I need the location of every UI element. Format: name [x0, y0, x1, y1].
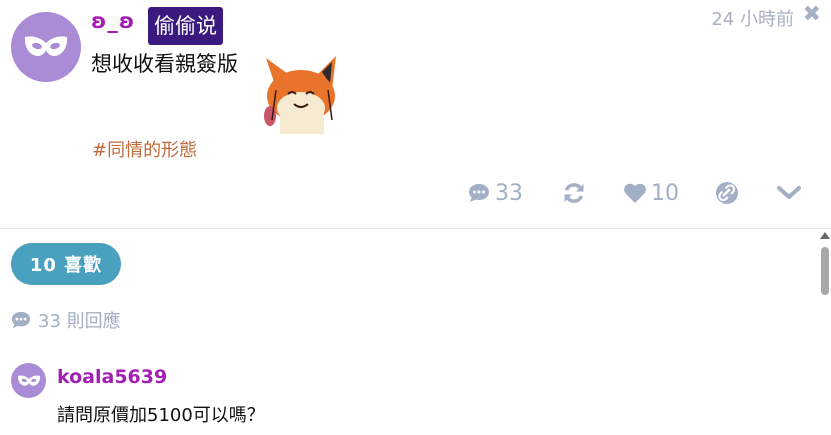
heart-icon	[624, 183, 646, 203]
expand-button[interactable]	[776, 178, 802, 208]
comment-author[interactable]: koala5639	[57, 366, 167, 388]
post-avatar[interactable]	[11, 12, 81, 82]
comment-avatar[interactable]	[11, 363, 46, 398]
reply-count: 33 則回應	[10, 307, 121, 333]
reaction-section: 10 喜歡 33 則回應 koala5639 請問原價加5100可以嗎？	[0, 229, 818, 435]
post-timestamp: 24 小時前	[711, 9, 794, 30]
post-card: ʚ_ʚ 偷偷说 24 小時前 ✖ 想收收看親簽版 #同情的形態 33 10	[0, 0, 831, 229]
likes-summary-button[interactable]: 10 喜歡	[11, 243, 121, 285]
mask-icon	[24, 36, 68, 56]
repost-button[interactable]	[561, 178, 587, 208]
scroll-up-arrow-icon[interactable]	[820, 232, 830, 239]
scrollbar[interactable]	[818, 229, 831, 435]
post-author[interactable]: ʚ_ʚ	[91, 9, 135, 33]
comment-text: 請問原價加5100可以嗎？	[57, 405, 265, 426]
mask-icon	[17, 374, 40, 386]
fox-sticker[interactable]	[256, 50, 342, 134]
reply-count-label: 33 則回應	[38, 311, 121, 332]
comment-count: 33	[495, 180, 523, 206]
post-action-bar: 33 10	[0, 178, 831, 210]
like-button[interactable]: 10	[623, 178, 679, 208]
close-icon[interactable]: ✖	[803, 4, 821, 26]
comment-button[interactable]: 33	[467, 178, 523, 208]
anonymous-badge: 偷偷说	[148, 7, 223, 45]
share-button[interactable]	[715, 178, 739, 208]
link-icon	[716, 182, 738, 204]
like-count: 10	[651, 180, 679, 206]
scroll-thumb[interactable]	[821, 247, 829, 295]
hashtag-link[interactable]: #同情的形態	[92, 136, 197, 162]
comment-bubble-icon	[11, 311, 31, 329]
comment-bubble-icon	[469, 184, 489, 202]
chevron-down-icon	[777, 186, 801, 199]
post-content: 想收收看親簽版	[91, 52, 238, 76]
refresh-icon	[564, 183, 584, 203]
